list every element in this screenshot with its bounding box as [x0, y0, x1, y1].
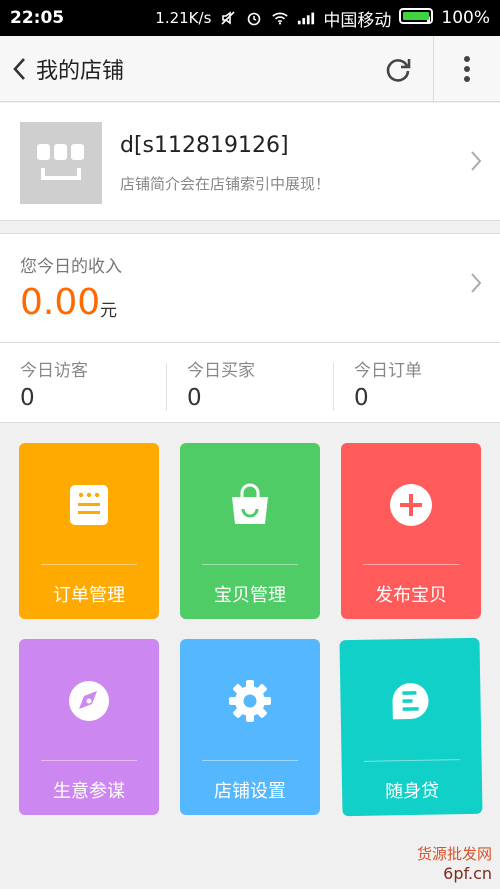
- refresh-icon: [386, 59, 411, 82]
- back-button[interactable]: [4, 36, 34, 102]
- wifi-icon: [271, 9, 289, 27]
- more-icon: [464, 56, 470, 82]
- battery-icon: [399, 7, 434, 29]
- tile-divider: [202, 564, 298, 565]
- stat-label: 今日访客: [20, 361, 88, 381]
- tile-portable-loan[interactable]: 随身贷: [339, 637, 483, 817]
- refresh-button[interactable]: [376, 49, 420, 89]
- tile-order-management[interactable]: 订单管理: [19, 443, 159, 619]
- tile-label: 订单管理: [53, 585, 125, 606]
- today-stats: 今日访客 0 今日买家 0 今日订单 0: [0, 343, 500, 423]
- shop-info-card[interactable]: d[s112819126] 店铺简介会在店铺索引中展现！: [0, 103, 500, 221]
- watermark: 货源批发网 6pf.cn: [417, 845, 492, 883]
- stat-label: 今日买家: [187, 361, 255, 381]
- page-title: 我的店铺: [36, 58, 125, 84]
- bag-icon: [232, 483, 268, 524]
- shop-logo-icon: [37, 144, 84, 180]
- gear-icon: [229, 680, 271, 722]
- alarm-icon: [245, 9, 263, 27]
- watermark-line1: 货源批发网: [416, 845, 492, 863]
- shop-name: d[s112819126]: [120, 133, 289, 158]
- tile-divider: [41, 564, 137, 565]
- tile-label: 宝贝管理: [214, 585, 286, 606]
- plus-circle-icon: [390, 484, 432, 526]
- tile-publish-item[interactable]: 发布宝贝: [341, 443, 481, 619]
- stat-value: 0: [187, 385, 202, 411]
- stat-value: 0: [354, 385, 369, 411]
- tile-label: 发布宝贝: [375, 585, 447, 606]
- tile-divider: [202, 760, 298, 761]
- compass-icon: [69, 681, 109, 721]
- tile-business-advisor[interactable]: 生意参谋: [19, 639, 159, 815]
- status-battery: 100%: [441, 8, 490, 28]
- stat-visitors: 今日访客 0: [0, 343, 166, 423]
- status-speed: 1.21K/s: [155, 9, 212, 27]
- mute-icon: [219, 9, 237, 27]
- order-icon: [70, 485, 108, 525]
- loan-icon: [392, 683, 429, 720]
- status-bar: 22:05 1.21K/s 中国移动 100%: [0, 0, 500, 36]
- chevron-right-icon: [471, 151, 482, 171]
- tile-label: 生意参谋: [53, 781, 125, 802]
- app-bar: 我的店铺: [0, 36, 500, 102]
- status-carrier: 中国移动: [323, 10, 392, 31]
- tile-divider: [41, 760, 137, 761]
- income-card[interactable]: 您今日的收入 0.00 元: [0, 233, 500, 343]
- tile-item-management[interactable]: 宝贝管理: [180, 443, 320, 619]
- income-unit: 元: [100, 301, 117, 321]
- tile-shop-settings[interactable]: 店铺设置: [180, 639, 320, 815]
- more-button[interactable]: [433, 36, 500, 102]
- tile-label: 随身贷: [384, 780, 440, 803]
- income-label: 您今日的收入: [20, 257, 122, 277]
- stat-buyers: 今日买家 0: [167, 343, 333, 423]
- watermark-line2: 6pf.cn: [443, 864, 492, 883]
- stat-orders: 今日订单 0: [334, 343, 500, 423]
- back-icon: [13, 57, 25, 80]
- signal-icon: [297, 9, 315, 27]
- stat-label: 今日订单: [354, 361, 422, 381]
- income-amount: 0.00: [20, 282, 101, 323]
- shop-description: 店铺简介会在店铺索引中展现！: [120, 175, 331, 193]
- shop-avatar: [20, 122, 102, 204]
- tile-label: 店铺设置: [214, 781, 286, 802]
- status-time: 22:05: [10, 8, 65, 28]
- chevron-right-icon: [471, 273, 482, 293]
- stat-value: 0: [20, 385, 35, 411]
- tile-divider: [363, 759, 460, 762]
- tile-divider: [363, 564, 459, 565]
